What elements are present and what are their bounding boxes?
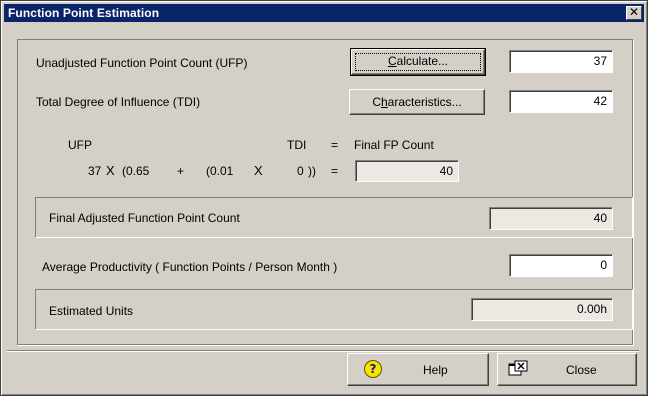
close-button[interactable]: Close	[497, 353, 637, 386]
ufp-label: Unadjusted Function Point Count (UFP)	[36, 56, 248, 70]
final-adjusted-field: 40	[489, 207, 613, 230]
calculate-button[interactable]: Calculate...	[350, 48, 486, 76]
help-icon: ?	[364, 360, 382, 378]
help-button[interactable]: ? Help	[347, 353, 489, 386]
formula-coefficient: (0.65	[122, 164, 150, 178]
tdi-field[interactable]: 42	[509, 90, 613, 113]
footer-separator	[7, 350, 639, 352]
title-close-button[interactable]: ✕	[626, 6, 642, 20]
productivity-field[interactable]: 0	[509, 254, 613, 277]
formula-tdi-value: 0	[297, 164, 304, 178]
window-title: Function Point Estimation	[8, 6, 160, 20]
formula-header-equals: =	[331, 138, 339, 152]
dialog-window: Function Point Estimation ✕ Unadjusted F…	[0, 0, 648, 396]
formula-ufp-value: 37	[88, 164, 102, 178]
formula-header-final: Final FP Count	[354, 138, 434, 152]
final-adjusted-label: Final Adjusted Function Point Count	[49, 211, 240, 225]
characteristics-button[interactable]: Characteristics...	[349, 89, 485, 115]
formula-close-parens: ))	[308, 164, 316, 178]
formula-header-tdi: TDI	[287, 138, 307, 152]
close-window-icon	[508, 360, 528, 376]
formula-plus: +	[177, 164, 185, 178]
close-button-label: Close	[566, 363, 597, 377]
ufp-field[interactable]: 37	[509, 50, 613, 73]
formula-equals: =	[331, 164, 339, 178]
formula-multiplier: (0.01	[206, 164, 234, 178]
help-button-label: Help	[423, 363, 448, 377]
tdi-label: Total Degree of Influence (TDI)	[36, 95, 201, 109]
title-bar[interactable]: Function Point Estimation ✕	[4, 4, 644, 22]
formula-header-ufp: UFP	[68, 138, 92, 152]
productivity-label: Average Productivity ( Function Points /…	[42, 260, 338, 274]
estimated-units-field: 0.00h	[471, 298, 613, 321]
estimated-units-label: Estimated Units	[49, 304, 134, 318]
formula-times-1: X	[106, 163, 115, 178]
characteristics-button-label: Characteristics...	[372, 95, 462, 109]
final-fp-count-field: 40	[355, 160, 459, 182]
calculate-button-label: Calculate...	[387, 54, 449, 68]
formula-times-2: X	[254, 163, 263, 178]
